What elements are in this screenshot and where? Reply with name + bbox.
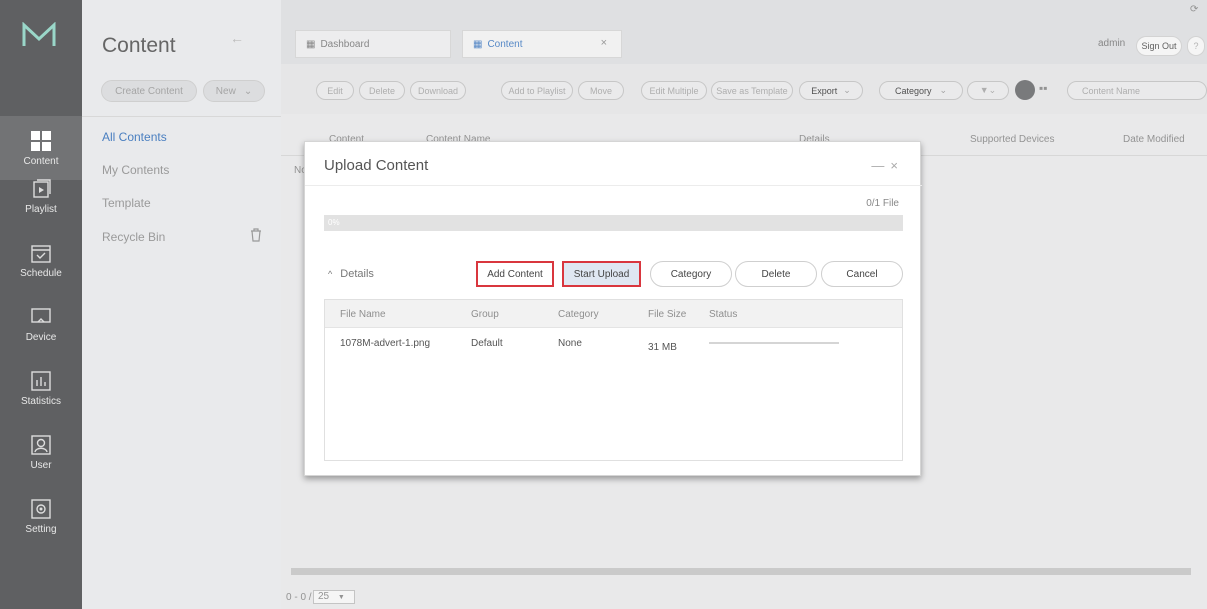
column-status: Status	[709, 309, 738, 320]
nav-item-my-contents[interactable]: My Contents	[102, 163, 169, 177]
chevron-up-icon: ^	[328, 269, 333, 279]
cancel-button[interactable]: Cancel	[821, 261, 903, 287]
details-toggle[interactable]: ^ Details	[328, 268, 374, 280]
nav-item-recycle-bin[interactable]: Recycle Bin	[102, 230, 165, 244]
details-label: Details	[340, 268, 374, 280]
add-content-button[interactable]: Add Content	[476, 261, 554, 287]
close-icon[interactable]: ×	[890, 158, 904, 173]
group-cell: Default	[471, 338, 503, 349]
content-nav: Content ← Create Content New ⌄ All Conte…	[82, 0, 281, 609]
icon-rail: Content Playlist Schedule Device Statist…	[0, 0, 82, 609]
trash-icon[interactable]	[250, 228, 262, 242]
minimize-icon[interactable]: —	[871, 158, 890, 173]
nav-item-template[interactable]: Template	[102, 196, 151, 210]
nav-title: Content	[102, 34, 176, 57]
status-progress-bar	[709, 342, 839, 344]
rail-item-schedule[interactable]: Schedule	[0, 228, 82, 292]
nav-divider	[82, 116, 281, 117]
bar-chart-icon	[31, 370, 51, 391]
file-count: 0/1 File	[866, 198, 899, 209]
user-icon	[31, 434, 51, 455]
rail-item-statistics[interactable]: Statistics	[0, 356, 82, 420]
chevron-down-icon: ⌄	[243, 85, 253, 97]
create-content-button[interactable]: Create Content	[101, 80, 197, 102]
calendar-icon	[31, 244, 51, 263]
file-size-cell: 31 MB	[648, 342, 677, 353]
monitor-icon	[31, 307, 51, 323]
delete-button[interactable]: Delete	[735, 261, 817, 287]
logo-icon	[22, 22, 56, 46]
rail-item-user[interactable]: User	[0, 420, 82, 484]
new-label: New	[215, 85, 236, 97]
dialog-divider	[305, 185, 922, 186]
rail-label: Statistics	[20, 395, 61, 407]
rail-item-playlist[interactable]: Playlist	[0, 164, 82, 228]
upload-file-table: File Name Group Category File Size Statu…	[324, 299, 903, 461]
column-group: Group	[471, 309, 499, 320]
file-name-cell: 1078M-advert-1.png	[340, 338, 431, 349]
gear-icon	[31, 498, 51, 519]
upload-table-header	[325, 300, 902, 328]
dialog-controls: —×	[871, 158, 904, 173]
column-file-name: File Name	[340, 309, 386, 320]
upload-progress-bar: 0%	[324, 215, 903, 231]
new-dropdown[interactable]: New ⌄	[203, 80, 265, 102]
rail-label: Schedule	[20, 267, 62, 279]
progress-text: 0%	[328, 218, 340, 227]
upload-content-dialog: Upload Content —× 0/1 File 0% ^ Details …	[304, 141, 922, 476]
dialog-title: Upload Content	[324, 157, 429, 174]
collapse-arrow-icon[interactable]: ←	[230, 30, 244, 46]
rail-item-device[interactable]: Device	[0, 292, 82, 356]
category-cell: None	[558, 338, 582, 349]
start-upload-button[interactable]: Start Upload	[562, 261, 641, 287]
category-button[interactable]: Category	[650, 261, 732, 287]
rail-item-setting[interactable]: Setting	[0, 484, 82, 548]
column-category: Category	[558, 309, 599, 320]
rail-label: Device	[25, 331, 57, 343]
column-file-size: File Size	[648, 309, 687, 320]
rail-label: Setting	[25, 523, 57, 535]
grid-icon	[31, 130, 51, 151]
rail-label: User	[30, 459, 52, 471]
rail-label: Playlist	[25, 203, 57, 215]
nav-item-all-contents[interactable]: All Contents	[102, 130, 167, 144]
playlist-icon	[33, 178, 51, 198]
